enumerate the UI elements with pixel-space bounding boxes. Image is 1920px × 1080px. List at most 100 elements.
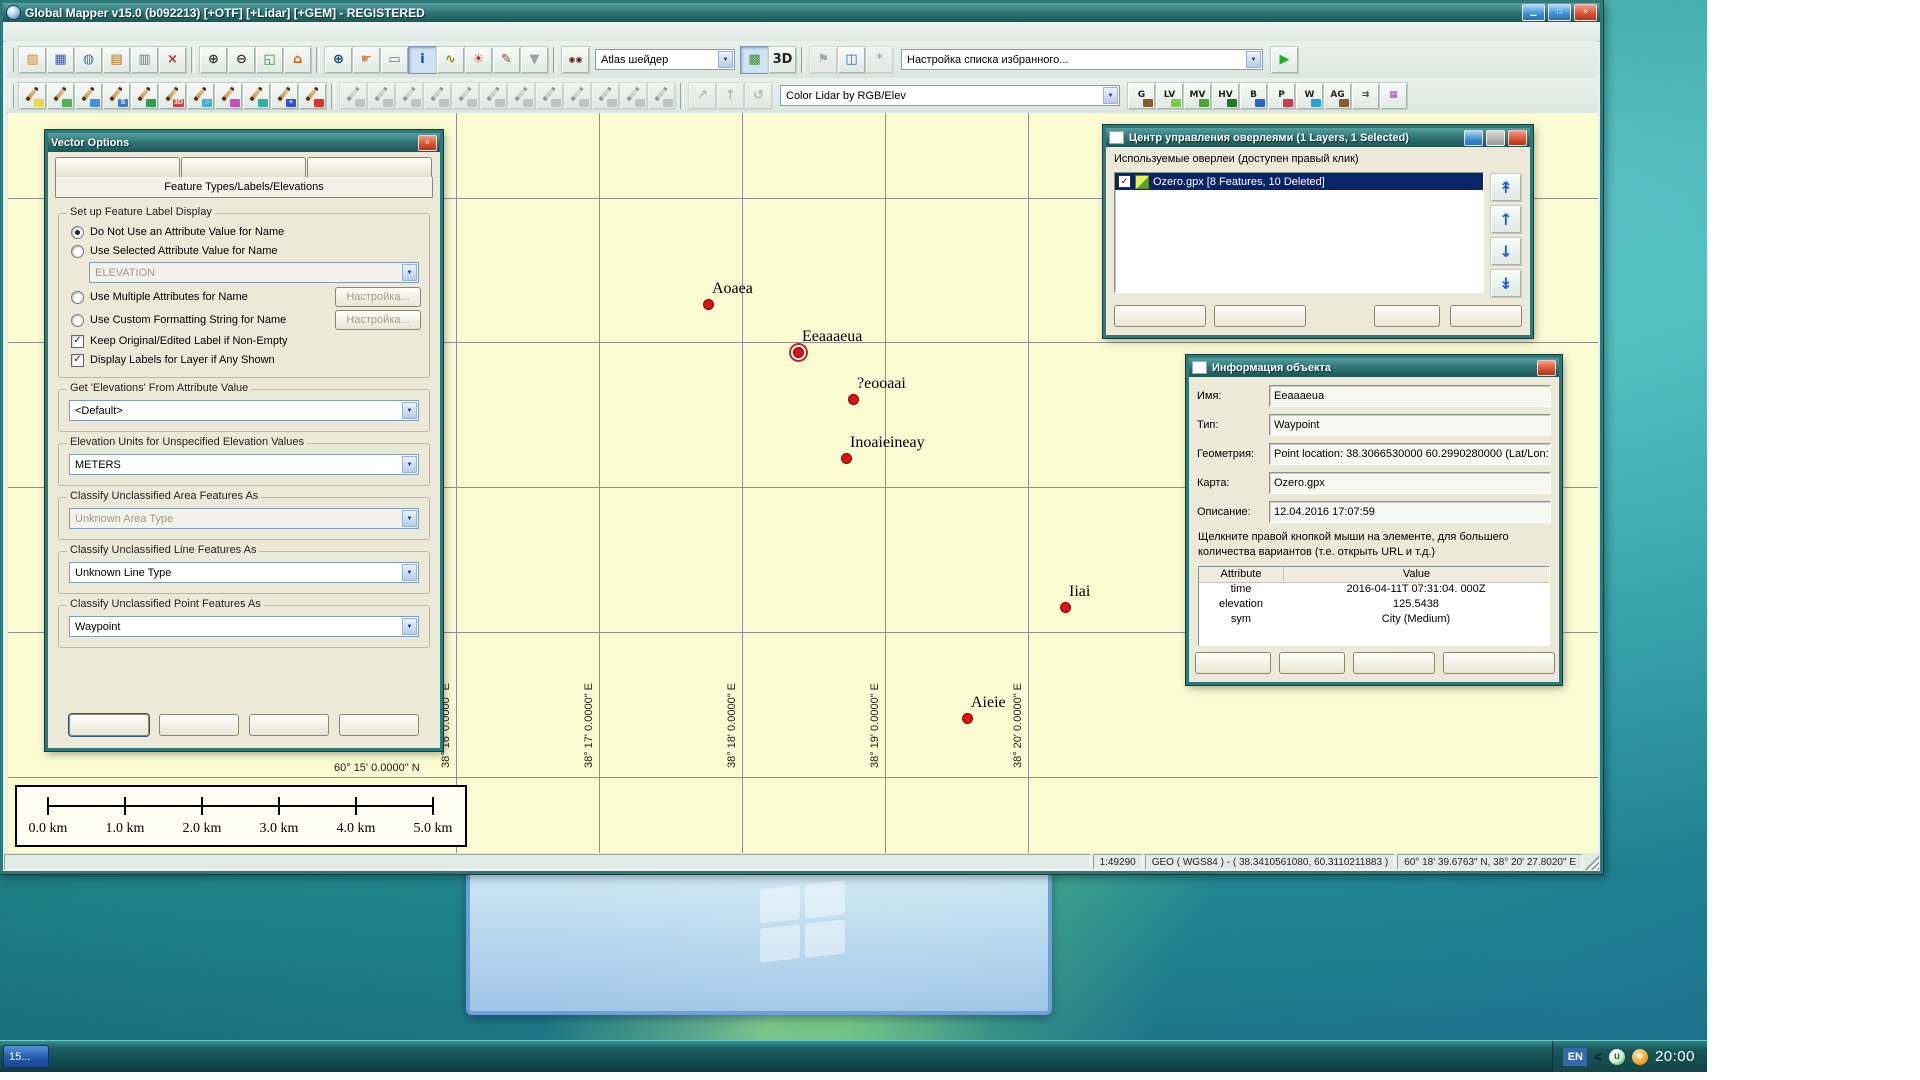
classify-point-combo[interactable]: Waypoint ▼ xyxy=(69,616,419,637)
home-view-icon[interactable]: ⌂ xyxy=(284,46,311,73)
search-icon[interactable]: ◉◉ xyxy=(562,46,589,73)
table-row[interactable]: elevation 125.5438 xyxy=(1199,598,1549,613)
zoom-in-icon[interactable]: ⊕ xyxy=(200,46,227,73)
background-window[interactable] xyxy=(466,868,1052,1015)
hide-layer-button[interactable] xyxy=(1374,305,1440,327)
run-favorite-icon[interactable]: ▶ xyxy=(1271,46,1298,73)
menu-search[interactable] xyxy=(89,30,105,34)
close-icon[interactable] xyxy=(1537,359,1556,376)
lidar-low-veg-icon[interactable]: LV xyxy=(1156,82,1183,109)
lidar-palette-icon[interactable]: ▦ xyxy=(1380,82,1407,109)
digitizer-create-spline-icon[interactable]: S xyxy=(103,82,130,109)
chevron-down-icon[interactable]: ▼ xyxy=(1103,87,1118,104)
edit-paste-feature-icon[interactable] xyxy=(620,82,647,109)
copy-to-clipboard-button[interactable] xyxy=(1443,652,1555,674)
toolbar-grip[interactable] xyxy=(9,83,14,108)
more-tools-icon[interactable]: ▼ xyxy=(521,46,548,73)
close-icon[interactable] xyxy=(1508,129,1527,146)
move-up-button[interactable]: ↑ xyxy=(1491,206,1521,233)
tray-app-icon[interactable]: ● xyxy=(1631,1048,1648,1065)
checkbox-display-labels[interactable]: ✓ xyxy=(71,353,84,367)
waypoint-dot-icon[interactable] xyxy=(703,299,714,310)
maximize-icon[interactable] xyxy=(1486,129,1505,146)
menu-terrain-analysis[interactable] xyxy=(73,30,89,34)
map-layout-icon[interactable]: ▥ xyxy=(131,46,158,73)
maximize-button[interactable]: □ xyxy=(1548,4,1571,21)
ok-button[interactable] xyxy=(69,714,149,736)
tab-line-styles[interactable] xyxy=(55,157,180,177)
tab-layer-projection[interactable] xyxy=(307,157,432,177)
language-indicator[interactable]: EN xyxy=(1563,1047,1588,1066)
overlay-list-item[interactable]: ✓ Ozero.gpx [8 Features, 10 Deleted] xyxy=(1115,173,1483,190)
measure-tool-icon[interactable]: ▭ xyxy=(381,46,408,73)
close-button[interactable]: × xyxy=(1574,4,1597,21)
minimize-icon[interactable] xyxy=(1464,129,1483,146)
dialog-title-bar[interactable]: Информация объекта xyxy=(1189,358,1559,377)
radio-custom-format[interactable] xyxy=(71,313,84,327)
waypoint-dot-icon[interactable] xyxy=(848,394,859,405)
menu-edit[interactable] xyxy=(25,30,41,34)
tab-feature-types[interactable]: Feature Types/Labels/Elevations xyxy=(55,177,433,198)
zoom-out-icon[interactable]: ⊖ xyxy=(228,46,255,73)
full-view-icon[interactable]: ◱ xyxy=(256,46,283,73)
waypoint-dot-icon[interactable] xyxy=(962,713,973,724)
edit-join-lines-icon[interactable] xyxy=(480,82,507,109)
view-shed-icon[interactable]: ☀ xyxy=(465,46,492,73)
delete-feature-button[interactable] xyxy=(1279,652,1345,674)
move-top-button[interactable]: ↟ xyxy=(1491,174,1521,201)
waypoint-dot-icon[interactable] xyxy=(1060,602,1071,613)
star-view-icon[interactable]: * xyxy=(866,46,893,73)
undo-edit-icon[interactable]: ↺ xyxy=(745,82,772,109)
digitizer-create-area-icon[interactable] xyxy=(75,82,102,109)
checkbox-keep-label[interactable]: ✓ xyxy=(71,334,84,348)
digitizer-create-track-icon[interactable] xyxy=(299,82,326,109)
edit-buffer-feature-icon[interactable] xyxy=(536,82,563,109)
classify-line-combo[interactable]: Unknown Line Type ▼ xyxy=(69,562,419,583)
position-button[interactable] xyxy=(1353,652,1435,674)
digitizer-create-line-icon[interactable] xyxy=(47,82,74,109)
pan-tool-icon[interactable]: ☛ xyxy=(353,46,380,73)
table-row[interactable]: sym City (Medium) xyxy=(1199,613,1549,628)
dialog-title-bar[interactable]: Центр управления оверлеями (1 Layers, 1 … xyxy=(1106,128,1530,147)
menu-file[interactable] xyxy=(9,30,25,34)
menu-gps[interactable] xyxy=(105,30,121,34)
menu-help[interactable] xyxy=(121,30,137,34)
resize-grip[interactable] xyxy=(1585,854,1599,870)
tray-collapse-icon[interactable]: < xyxy=(1594,1049,1602,1064)
apply-button[interactable] xyxy=(249,714,329,736)
cancel-button[interactable] xyxy=(159,714,239,736)
shader-combo[interactable]: Atlas шейдер ▼ xyxy=(595,49,735,70)
unload-all-icon[interactable]: × xyxy=(159,46,186,73)
value-column-header[interactable]: Value xyxy=(1284,567,1549,582)
toolbar-grip[interactable] xyxy=(9,47,14,72)
waypoint-dot-icon[interactable] xyxy=(841,453,852,464)
edit-split-line-icon[interactable] xyxy=(452,82,479,109)
overlay-list[interactable]: ✓ Ozero.gpx [8 Features, 10 Deleted] xyxy=(1114,172,1484,293)
taskbar-window-button[interactable]: 15... xyxy=(3,1045,49,1068)
chevron-down-icon[interactable]: ▼ xyxy=(402,564,417,581)
move-bottom-button[interactable]: ↡ xyxy=(1491,270,1521,297)
favorites-combo[interactable]: Настройка списка избранного... ▼ xyxy=(901,49,1263,70)
edit-offset-feature-icon[interactable] xyxy=(508,82,535,109)
menu-view[interactable] xyxy=(41,30,57,34)
edit-move-feature-icon[interactable] xyxy=(340,82,367,109)
move-down-button[interactable]: ↓ xyxy=(1491,238,1521,265)
shift-feature-icon[interactable]: ↗ xyxy=(689,82,716,109)
dialog-title-bar[interactable]: Vector Options × xyxy=(48,133,440,152)
minimize-button[interactable]: ▁ xyxy=(1522,4,1545,21)
attribute-column-header[interactable]: Attribute xyxy=(1199,566,1284,582)
digitizer-create-3d-icon[interactable]: 3D xyxy=(159,82,186,109)
edit-vertices-icon[interactable] xyxy=(424,82,451,109)
edit-copy-feature-icon[interactable] xyxy=(592,82,619,109)
open-file-icon[interactable]: ▨ xyxy=(19,46,46,73)
close-icon[interactable]: × xyxy=(418,134,437,151)
digitizer-add-vertex-icon[interactable]: + xyxy=(271,82,298,109)
flag-marker-icon[interactable]: ⚑ xyxy=(810,46,837,73)
chevron-down-icon[interactable]: ▼ xyxy=(402,456,417,473)
elevation-units-combo[interactable]: METERS ▼ xyxy=(69,454,419,475)
lidar-extract-icon[interactable]: ⇉ xyxy=(1352,82,1379,109)
online-data-icon[interactable]: ◍ xyxy=(75,46,102,73)
digitizer-tool-icon[interactable]: ✎ xyxy=(493,46,520,73)
lidar-water-icon[interactable]: W xyxy=(1296,82,1323,109)
digitizer-create-point-icon[interactable] xyxy=(19,82,46,109)
